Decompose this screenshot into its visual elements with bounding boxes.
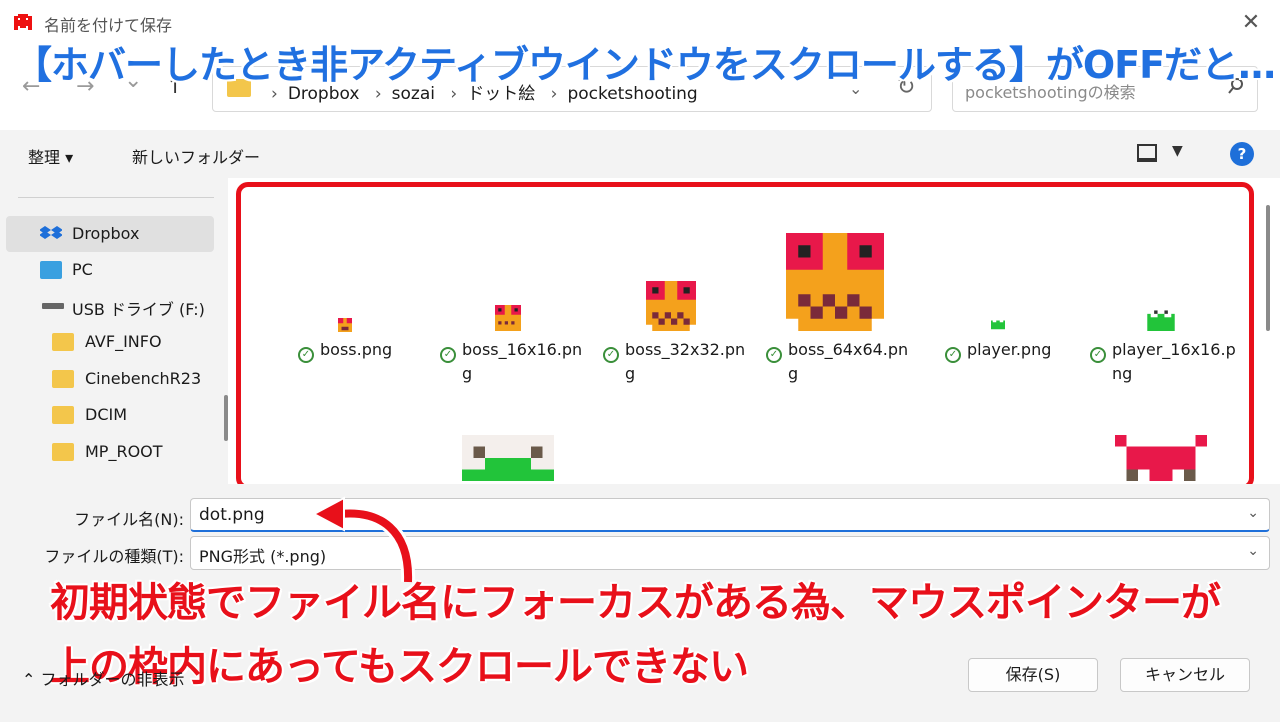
hide-folders-toggle[interactable]: ⌃ フォルダーの非表示: [22, 666, 185, 690]
divider: [18, 197, 214, 198]
folder-icon: [52, 406, 74, 424]
sidebar-item-label: CinebenchR23: [85, 369, 202, 388]
view-dropdown-icon[interactable]: ▼: [1172, 143, 1183, 159]
sidebar-item-label: USB ドライブ (F:): [72, 300, 205, 319]
sidebar-item-label: MP_ROOT: [85, 442, 163, 461]
sidebar-item-usb-drive[interactable]: USB ドライブ (F:): [0, 288, 214, 324]
folder-icon: [52, 443, 74, 461]
cancel-button[interactable]: キャンセル: [1120, 658, 1250, 692]
sidebar-item-label: DCIM: [85, 405, 128, 424]
save-button[interactable]: 保存(S): [968, 658, 1098, 692]
navigation-pane: Dropbox PC USB ドライブ (F:) AVF_INFO Cinebe…: [0, 178, 228, 484]
help-icon[interactable]: ?: [1230, 142, 1254, 166]
pc-icon: [40, 261, 62, 279]
hide-folders-label: フォルダーの非表示: [40, 670, 185, 689]
view-mode-icon[interactable]: [1137, 144, 1157, 162]
organize-button[interactable]: 整理 ▾: [28, 144, 73, 168]
dropbox-icon: [40, 226, 62, 239]
chevron-up-icon: ⌃: [22, 670, 41, 689]
app-icon: [14, 14, 32, 30]
sidebar-item-mp-root[interactable]: MP_ROOT: [0, 434, 214, 470]
folder-icon: [52, 333, 74, 351]
new-folder-button[interactable]: 新しいフォルダー: [132, 144, 260, 168]
sidebar-item-pc[interactable]: PC: [0, 252, 214, 288]
sidebar-item-avf-info[interactable]: AVF_INFO: [0, 324, 214, 360]
folder-icon: [52, 370, 74, 388]
filename-label: ファイル名(N):: [74, 510, 184, 529]
sidebar-item-dcim[interactable]: DCIM: [0, 397, 214, 433]
command-bar: 整理 ▾ 新しいフォルダー ▼ ?: [0, 130, 1280, 178]
sidebar-item-label: Dropbox: [72, 224, 140, 243]
sidebar-item-label: AVF_INFO: [85, 332, 162, 351]
sidebar-item-dropbox[interactable]: Dropbox: [6, 216, 214, 252]
highlight-frame: [236, 182, 1254, 490]
chevron-down-icon[interactable]: ⌄: [1247, 505, 1259, 521]
usb-drive-icon: [42, 303, 64, 309]
window-title: 名前を付けて保存: [44, 16, 173, 35]
chevron-down-icon[interactable]: ⌄: [1247, 543, 1259, 559]
banner-caption: 【ホバーしたとき非アクティブウインドウをスクロールする】がOFFだと…: [14, 43, 1276, 87]
filename-value[interactable]: dot.png: [199, 505, 265, 525]
sidebar-item-label: PC: [72, 260, 93, 279]
filetype-label: ファイルの種類(T):: [44, 547, 184, 566]
file-list-scrollbar[interactable]: [1266, 205, 1270, 331]
sidebar-item-cinebench[interactable]: CinebenchR23: [0, 361, 214, 397]
annotation-line-1: 初期状態でファイル名にフォーカスがある為、マウスポインターが: [50, 580, 1221, 626]
